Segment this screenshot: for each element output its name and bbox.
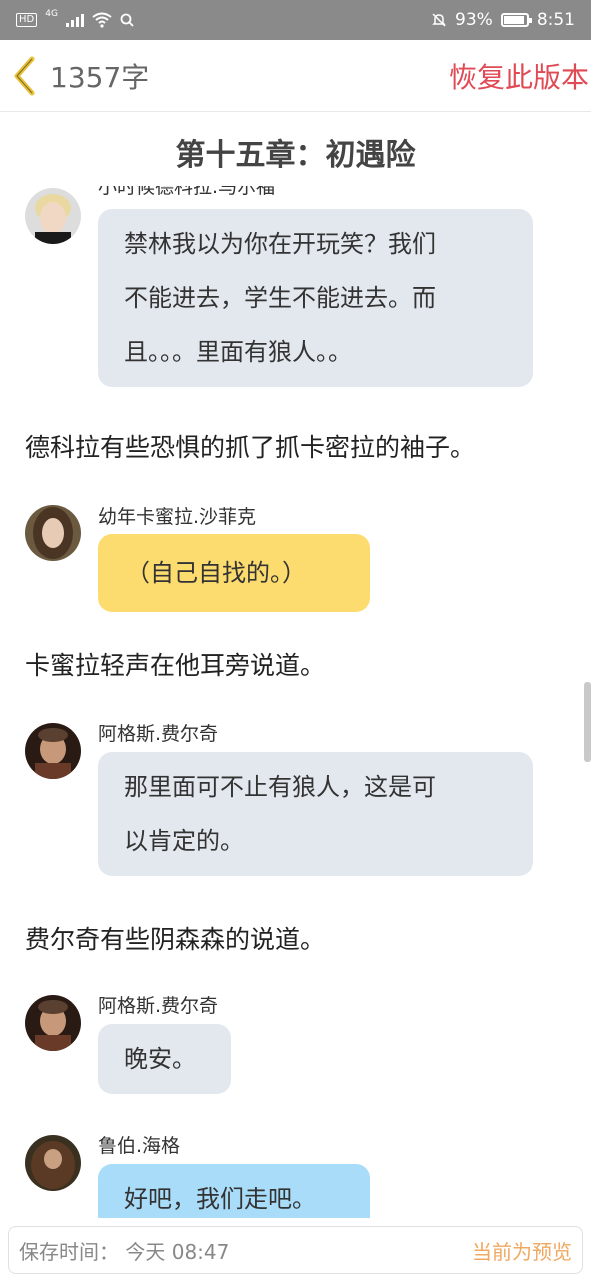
speaker-name: 阿格斯.费尔奇 <box>98 723 219 745</box>
header-bar: 1357字 恢复此版本 <box>0 40 591 112</box>
message-line: 不能进去，学生不能进去。而 <box>124 284 436 312</box>
message-line: 好吧，我们走吧。 <box>124 1185 316 1213</box>
scrollbar-thumb[interactable] <box>584 682 591 762</box>
avatar <box>25 188 81 244</box>
restore-version-button[interactable]: 恢复此版本 <box>449 56 589 96</box>
save-time: 保存时间： 今天 08:47 <box>19 1239 230 1264</box>
signal-icon <box>65 13 84 27</box>
preview-label: 当前为预览 <box>472 1239 572 1264</box>
message-line: 晚安。 <box>124 1045 196 1073</box>
narration-text: 德科拉有些恐惧的抓了抓卡密拉的袖子。 <box>25 433 476 462</box>
avatar <box>25 505 81 561</box>
word-count: 1357字 <box>50 60 150 94</box>
speaker-name: 幼年卡蜜拉.沙菲克 <box>98 506 257 528</box>
status-left: HD 4G <box>16 9 134 28</box>
network-type: 4G <box>45 9 58 19</box>
back-button[interactable] <box>0 40 50 112</box>
clock: 8:51 <box>536 10 575 30</box>
avatar <box>25 723 81 779</box>
wifi-icon <box>92 12 112 28</box>
message-line: （自己自找的。） <box>126 559 306 587</box>
narration-text: 费尔奇有些阴森森的说道。 <box>25 925 326 954</box>
footer-bar: 保存时间： 今天 08:47 当前为预览 <box>8 1226 583 1274</box>
chapter-title: 第十五章：初遇险 <box>175 138 416 173</box>
status-right: 93% 8:51 <box>431 10 575 30</box>
message-bubble: （自己自找的。） <box>98 534 370 612</box>
speaker-name: 小时候德科拉.马尔福 <box>98 186 276 198</box>
avatar <box>25 1135 81 1191</box>
message-line: 以肯定的。 <box>124 827 244 855</box>
status-bar: HD 4G 93% 8:51 <box>0 0 591 40</box>
mute-icon <box>432 13 446 27</box>
battery-fill <box>503 16 525 24</box>
speaker-name: 鲁伯.海格 <box>98 1135 181 1157</box>
speaker-name: 阿格斯.费尔奇 <box>98 995 219 1017</box>
message-bubble: 那里面可不止有狼人，这是可 以肯定的。 <box>98 752 533 876</box>
chat-content[interactable]: 小时候德科拉.马尔福 禁林我以为你在开玩笑？我们 不能进去，学生不能进去。而 且… <box>0 186 591 1218</box>
battery-icon <box>500 13 532 27</box>
message-bubble: 晚安。 <box>98 1024 231 1094</box>
hd-icon: HD <box>16 13 38 27</box>
message-line: 且。。。里面有狼人。。 <box>124 338 352 366</box>
avatar <box>25 995 81 1051</box>
search-icon <box>120 13 134 27</box>
message-bubble: 好吧，我们走吧。 <box>98 1164 370 1218</box>
chevron-left-icon <box>14 56 35 95</box>
message-line: 那里面可不止有狼人，这是可 <box>124 773 436 801</box>
message-line: 禁林我以为你在开玩笑？我们 <box>124 230 436 258</box>
narration-text: 卡蜜拉轻声在他耳旁说道。 <box>25 651 326 680</box>
message-bubble: 禁林我以为你在开玩笑？我们 不能进去，学生不能进去。而 且。。。里面有狼人。。 <box>98 209 533 387</box>
battery-percent: 93% <box>455 10 493 30</box>
